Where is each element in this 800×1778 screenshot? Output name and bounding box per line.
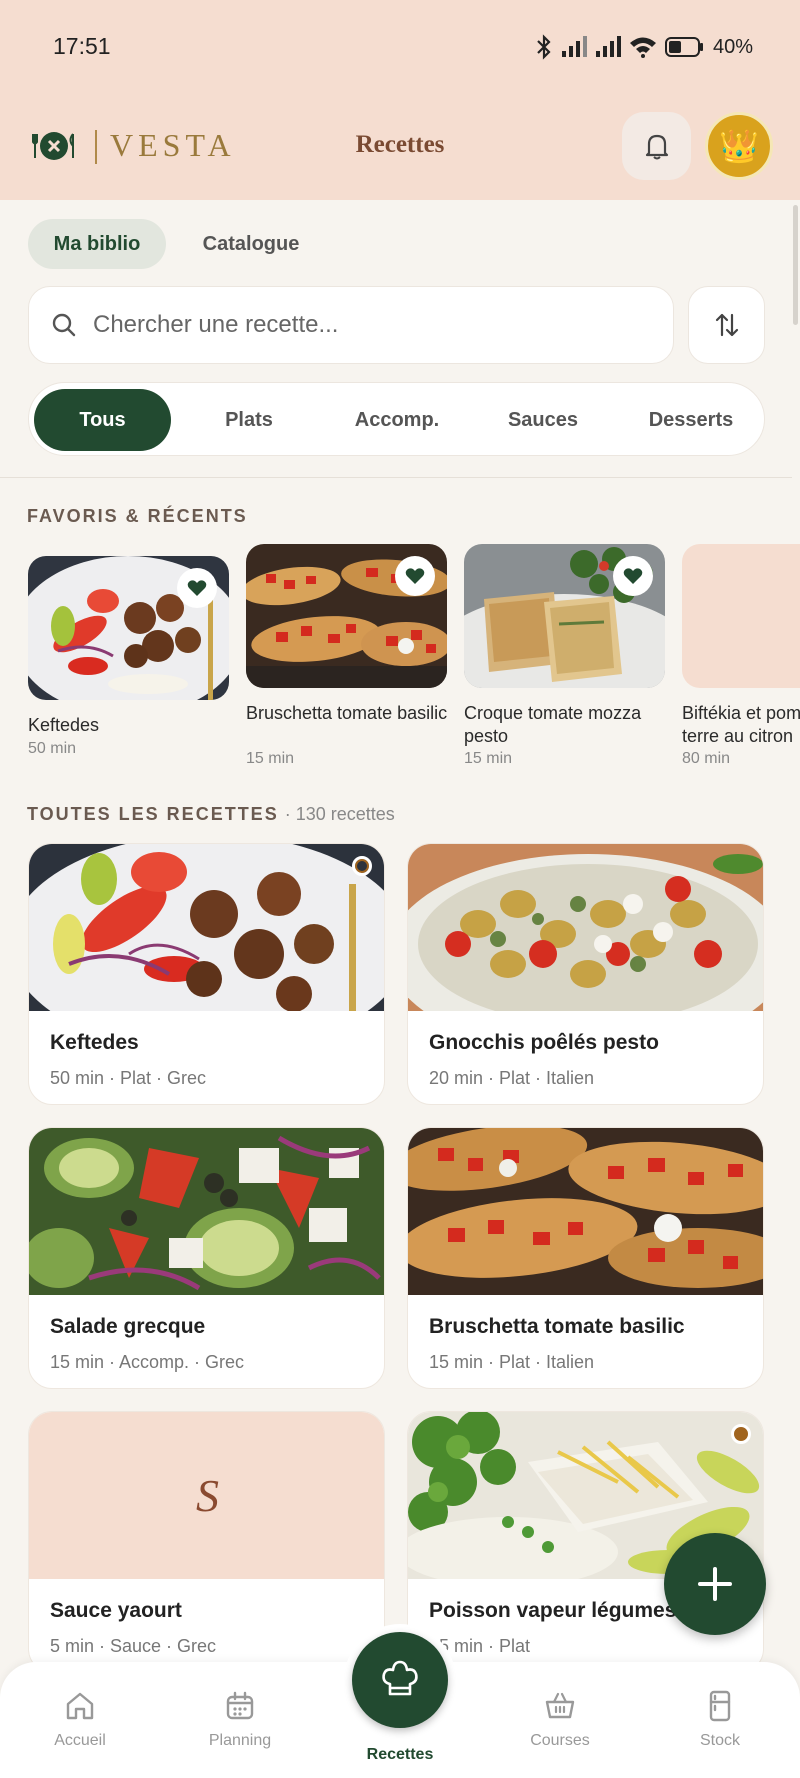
favorite-image-placeholder: B — [682, 544, 800, 688]
nav-label: Accueil — [54, 1732, 106, 1749]
recipe-card[interactable]: Salade grecque 15 min · Accomp. · Grec — [28, 1127, 385, 1389]
chef-hat-icon — [382, 1660, 418, 1696]
status-badge — [731, 1424, 751, 1444]
recipe-name: Salade grecque — [50, 1315, 206, 1338]
recipe-name: Keftedes — [50, 1031, 139, 1054]
plus-icon — [698, 1567, 732, 1601]
status-icons: 40% — [535, 34, 753, 60]
signal-icon — [561, 36, 587, 57]
status-time: 17:51 — [53, 33, 111, 59]
recipe-name: Gnocchis poêlés pesto — [429, 1031, 659, 1054]
avatar[interactable]: 👑 — [705, 112, 773, 180]
favorite-name: Bruschetta tomate basilic — [246, 703, 448, 723]
filter-chip-tous[interactable]: Tous — [34, 389, 171, 451]
recipe-image-placeholder: S — [29, 1412, 384, 1579]
divider — [0, 477, 792, 478]
recipe-meta: 50 min · Plat · Grec — [50, 1068, 207, 1088]
recipe-card[interactable]: Bruschetta tomate basilic 15 min · Plat … — [407, 1127, 764, 1389]
sort-button[interactable] — [688, 286, 765, 364]
tab-ma-biblio[interactable]: Ma biblio — [28, 219, 166, 269]
favorite-time: 15 min — [246, 750, 295, 767]
filter-chip-accomp[interactable]: Accomp. — [327, 389, 467, 451]
nav-item-accueil[interactable]: Accueil — [20, 1690, 140, 1750]
recipe-count: · 130 recettes — [284, 804, 395, 824]
favorites-carousel[interactable]: Keftedes 50 min Bruschetta tomate basili… — [0, 544, 800, 774]
heart-icon — [187, 580, 207, 596]
filter-chip-plats[interactable]: Plats — [181, 389, 317, 451]
recipe-image — [408, 844, 763, 1011]
scrollbar[interactable] — [793, 205, 798, 325]
calendar-icon — [226, 1691, 254, 1720]
favorite-time: 15 min — [464, 750, 513, 767]
add-recipe-button[interactable] — [664, 1533, 766, 1635]
favorite-image — [464, 544, 665, 688]
favorite-time: 50 min — [28, 740, 77, 757]
bluetooth-icon — [537, 34, 551, 60]
fridge-icon — [709, 1690, 731, 1722]
heart-icon — [623, 568, 643, 584]
notifications-button[interactable] — [622, 112, 691, 180]
favorite-toggle[interactable] — [395, 556, 435, 596]
nav-item-planning[interactable]: Planning — [180, 1690, 300, 1750]
recipe-meta: 15 min · Accomp. · Grec — [50, 1352, 245, 1372]
favorite-time: 80 min — [682, 750, 731, 767]
recipe-name: Poisson vapeur légumes — [429, 1599, 677, 1622]
category-filter-bar: Tous Plats Accomp. Sauces Desserts — [28, 382, 765, 456]
nav-label-recettes: Recettes — [366, 1746, 434, 1763]
logo-text: VESTA — [110, 127, 236, 163]
page-title: Recettes — [355, 131, 445, 158]
favorite-name: Croque tomate mozza pesto — [464, 703, 642, 746]
recipe-name: Bruschetta tomate basilic — [429, 1315, 685, 1338]
crown-icon: 👑 — [719, 128, 759, 164]
heart-icon — [405, 568, 425, 584]
filter-chip-sauces[interactable]: Sauces — [475, 389, 611, 451]
recipe-card[interactable]: Gnocchis poêlés pesto 20 min · Plat · It… — [407, 843, 764, 1105]
recipe-card[interactable]: Keftedes 50 min · Plat · Grec — [28, 843, 385, 1105]
recipe-meta: 5 min · Sauce · Grec — [50, 1636, 217, 1656]
recipe-name: Sauce yaourt — [50, 1599, 182, 1622]
recipe-meta: 20 min · Plat · Italien — [429, 1068, 595, 1088]
search-input[interactable] — [93, 311, 613, 339]
favorite-name: Keftedes — [28, 715, 100, 735]
all-recipes-section-title: TOUTES LES RECETTES · 130 recettes — [27, 804, 395, 825]
nav-item-stock[interactable]: Stock — [660, 1690, 780, 1750]
status-badge — [352, 856, 372, 876]
favorite-name: Biftékia et pommes de terre au citron — [682, 703, 800, 746]
battery-icon — [664, 37, 703, 57]
favorites-section-title: FAVORIS & RÉCENTS — [27, 506, 248, 526]
app-header: 17:51 40% VESTA Recettes 👑 — [0, 0, 800, 200]
sort-icon — [715, 313, 738, 337]
recipe-image — [29, 1128, 384, 1295]
filter-chip-desserts[interactable]: Desserts — [621, 389, 761, 451]
logo-separator — [95, 130, 97, 164]
nav-item-recettes[interactable] — [344, 1624, 456, 1736]
basket-icon — [545, 1692, 575, 1719]
nav-label: Stock — [699, 1732, 740, 1749]
recipe-image — [408, 1128, 763, 1295]
favorite-image — [246, 544, 447, 688]
bell-icon — [645, 134, 668, 160]
battery-level: 40% — [712, 35, 753, 58]
nav-label: Courses — [530, 1732, 590, 1749]
home-icon — [66, 1692, 94, 1720]
wifi-icon — [629, 37, 656, 58]
recettes-active-button[interactable] — [352, 1632, 448, 1728]
favorite-image — [28, 556, 229, 700]
all-recipes-title: TOUTES LES RECETTES — [27, 804, 279, 824]
tab-catalogue[interactable]: Catalogue — [186, 219, 316, 269]
nav-item-courses[interactable]: Courses — [500, 1690, 620, 1750]
recipe-image — [29, 844, 384, 1011]
favorite-toggle[interactable] — [177, 568, 217, 608]
favorite-toggle[interactable] — [613, 556, 653, 596]
search-icon — [51, 312, 77, 338]
vesta-logo-icon — [32, 132, 74, 160]
recipe-meta: 15 min · Plat · Italien — [429, 1352, 595, 1372]
recipe-card[interactable]: S Sauce yaourt 5 min · Sauce · Grec — [28, 1411, 385, 1673]
signal-icon-2 — [595, 36, 621, 57]
search-box — [28, 286, 674, 364]
nav-label: Planning — [208, 1732, 272, 1749]
